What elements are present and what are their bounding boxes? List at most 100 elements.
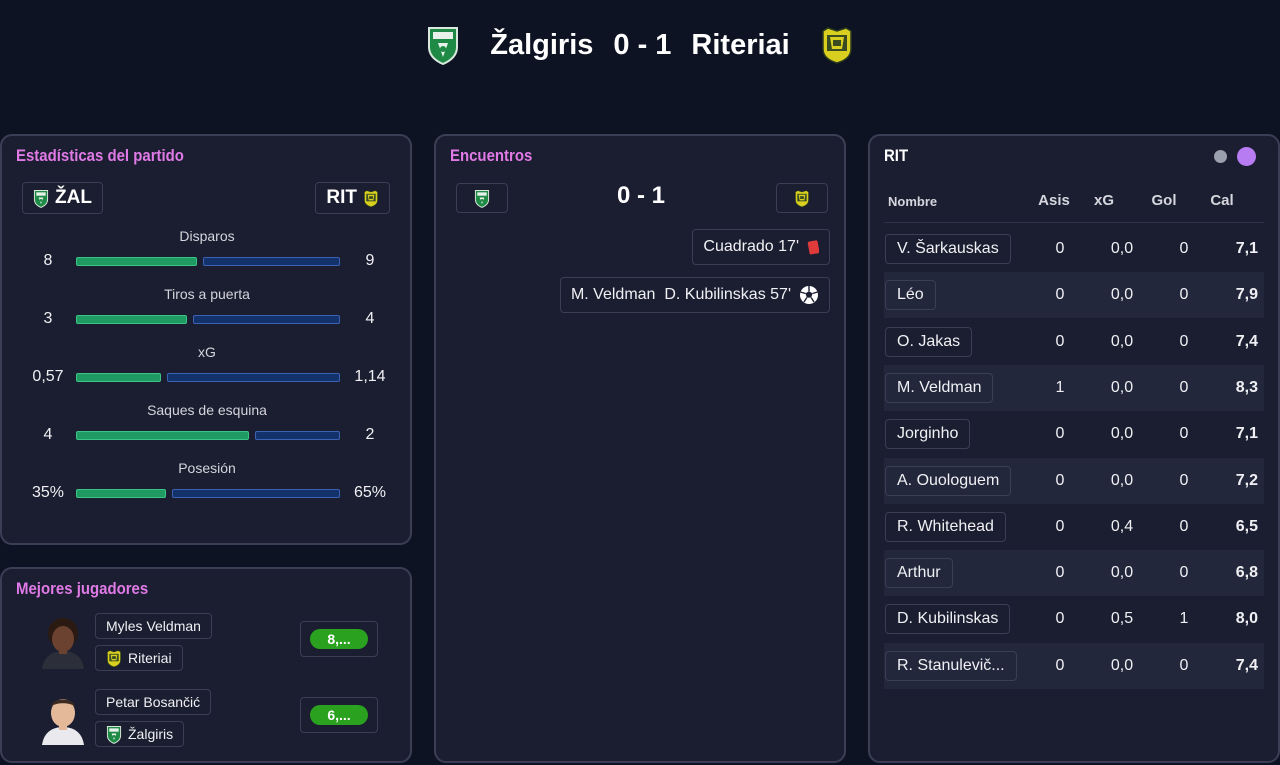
rating-value: 6,8 (1235, 564, 1258, 582)
table-row[interactable]: R. Whitehead 0 0,4 0 6,5 (884, 504, 1264, 550)
player-avatar (42, 699, 84, 745)
stat-away-bar (172, 489, 340, 498)
stat-away-value: 4 (365, 310, 375, 327)
table-row[interactable]: Jorginho 0 0,0 0 7,1 (884, 411, 1264, 457)
match-header: Žalgiris 0 - 1 Riteriai (0, 0, 1280, 90)
goals-value: 0 (1179, 332, 1189, 350)
stat-label: Tiros a puerta (164, 286, 250, 302)
best-players-title: Mejores jugadores (16, 579, 149, 598)
away-team-name: Riteriai (691, 28, 790, 61)
rating-value: 7,2 (1235, 471, 1258, 489)
column-header-xg[interactable]: xG (1086, 192, 1122, 209)
rating-value: 7,9 (1235, 286, 1258, 304)
stat-label: Posesión (178, 460, 236, 476)
event-text: M. Veldman D. Kubilinskas 57' (570, 286, 791, 303)
xg-value: 0,0 (1110, 240, 1134, 257)
player-name[interactable]: Arthur (885, 558, 953, 589)
column-header-goals[interactable]: Gol (1146, 192, 1182, 209)
purple-dot-toggle[interactable] (1237, 147, 1256, 166)
column-header-name[interactable]: Nombre (888, 194, 937, 209)
player-name[interactable]: R. Whitehead (885, 511, 1006, 542)
rating-value: 7,1 (1235, 425, 1258, 443)
goals-value: 1 (1179, 610, 1189, 628)
goals-value: 0 (1179, 564, 1189, 582)
rating-value: 8,3 (1235, 378, 1258, 396)
table-row[interactable]: V. Šarkauskas 0 0,0 0 7,1 (884, 226, 1264, 272)
table-row[interactable]: Arthur 0 0,0 0 6,8 (884, 550, 1264, 597)
table-row[interactable]: O. Jakas 0 0,0 0 7,4 (884, 319, 1264, 365)
riteriai-crest-icon (363, 189, 379, 208)
player-name[interactable]: A. Ouologuem (885, 465, 1012, 496)
player-name[interactable]: M. Veldman (885, 372, 994, 403)
table-row[interactable]: M. Veldman 1 0,0 0 8,3 (884, 364, 1264, 411)
assists-value: 0 (1055, 332, 1065, 350)
table-row[interactable]: D. Kubilinskas 0 0,5 1 8,0 (884, 596, 1264, 642)
rating-value: 7,4 (1235, 656, 1258, 674)
goals-value: 0 (1179, 286, 1189, 304)
gray-dot-toggle[interactable] (1214, 150, 1227, 163)
column-header-assists[interactable]: Asis (1030, 192, 1078, 209)
stat-row: Posesión 35% 65% (2, 460, 412, 510)
xg-value: 0,0 (1110, 471, 1134, 489)
red-card-icon (807, 239, 819, 254)
stat-away-value: 9 (365, 252, 375, 269)
event-text: Cuadrado 17' (703, 238, 799, 255)
riteriai-crest-icon (820, 25, 854, 65)
soccer-ball-icon (800, 286, 818, 304)
zalgiris-crest-icon (426, 25, 460, 65)
xg-value: 0,5 (1110, 610, 1134, 628)
stat-home-value: 0,57 (32, 368, 64, 385)
stat-row: Disparos 8 9 (2, 228, 412, 278)
player-name[interactable]: R. Stanulevič... (885, 650, 1017, 681)
away-team-abbr: RIT (326, 187, 357, 208)
table-row[interactable]: Léo 0 0,0 0 7,9 (884, 272, 1264, 319)
column-header-rating[interactable]: Cal (1204, 192, 1240, 209)
lineup-panel: RIT Nombre Asis xG Gol Cal V. Šarkauskas… (868, 134, 1280, 763)
player-name[interactable]: D. Kubilinskas (885, 604, 1011, 635)
home-team-abbr: ŽAL (55, 187, 92, 208)
rating-value: 8,0 (1235, 610, 1258, 628)
zalgiris-crest-icon (33, 189, 49, 208)
event-red-card[interactable]: Cuadrado 17' (692, 229, 830, 265)
player-name[interactable]: Jorginho (885, 419, 971, 450)
assists-value: 0 (1055, 564, 1065, 582)
stat-home-value: 4 (43, 426, 53, 443)
best-player-row[interactable]: Myles Veldman Riteriai 8,... (2, 613, 412, 675)
xg-value: 0,4 (1110, 517, 1134, 535)
table-row[interactable]: R. Stanulevič... 0 0,0 0 7,4 (884, 642, 1264, 689)
stat-away-bar (193, 315, 340, 324)
best-player-row[interactable]: Petar Bosančić Žalgiris 6,... (2, 689, 412, 751)
away-team-chip: RIT (315, 182, 390, 214)
zalgiris-crest-icon (106, 725, 122, 744)
away-crest-box (776, 183, 828, 213)
table-row[interactable]: A. Ouologuem 0 0,0 0 7,2 (884, 457, 1264, 504)
xg-value: 0,0 (1110, 378, 1134, 396)
match-score: 0 - 1 (613, 28, 672, 61)
stats-title: Estadísticas del partido (16, 146, 184, 165)
lineup-team-title: RIT (884, 146, 909, 165)
stat-away-bar (203, 257, 340, 266)
player-name[interactable]: O. Jakas (885, 326, 973, 357)
stat-away-bar (167, 373, 340, 382)
goals-value: 0 (1179, 425, 1189, 443)
best-player-rating-box: 8,... (300, 621, 378, 657)
stat-home-bar (76, 315, 187, 324)
stat-row: Tiros a puerta 3 4 (2, 286, 412, 336)
header-divider (884, 222, 1264, 223)
club-name: Žalgiris (128, 726, 174, 742)
player-name[interactable]: V. Šarkauskas (885, 234, 1011, 264)
player-name[interactable]: Léo (885, 280, 936, 311)
home-team-name: Žalgiris (490, 28, 594, 61)
best-player-name: Myles Veldman (95, 613, 212, 639)
assists-value: 1 (1055, 378, 1065, 396)
stat-label: Saques de esquina (147, 402, 267, 418)
stat-label: xG (198, 344, 216, 360)
event-goal[interactable]: M. Veldman D. Kubilinskas 57' (559, 277, 830, 313)
assists-value: 0 (1055, 517, 1065, 535)
rating-badge: 8,... (310, 629, 368, 649)
stat-home-value: 35% (31, 484, 65, 501)
assists-value: 0 (1055, 471, 1065, 489)
stat-home-value: 8 (43, 252, 53, 269)
stat-away-value: 1,14 (354, 368, 386, 385)
stat-home-bar (76, 431, 249, 440)
